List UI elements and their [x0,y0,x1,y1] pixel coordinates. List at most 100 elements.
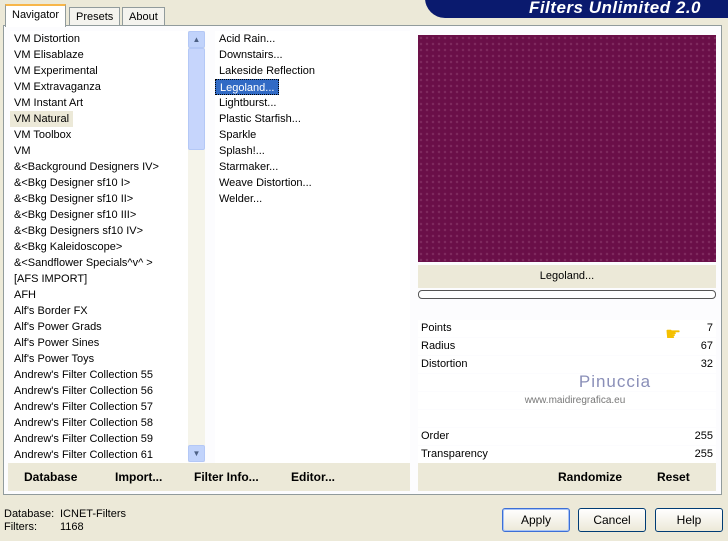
list-item[interactable]: &<Bkg Designer sf10 III> [10,207,188,223]
param-label: Order [421,430,450,442]
param-label: Points [421,322,452,334]
list-item[interactable]: Andrew's Filter Collection 57 [10,399,188,415]
list-item[interactable]: Andrew's Filter Collection 61 [10,447,188,463]
watermark-url: www.maidiregrafica.eu [524,395,626,406]
list-item-label: Lightburst... [219,97,277,109]
list-item[interactable]: VM [10,143,188,159]
list-item[interactable]: AFH [10,287,188,303]
tab-about[interactable]: About [122,7,165,26]
list-item[interactable]: Alf's Power Sines [10,335,188,351]
list-item[interactable]: Starmaker... [215,159,410,175]
param-value: 67 [700,340,713,352]
progress-bar [418,290,716,299]
list-item-label: VM [14,145,31,157]
list-item-label: Lakeside Reflection [219,65,316,77]
randomize-button[interactable]: Randomize [558,463,622,491]
param-row[interactable]: Distortion 32 [418,356,716,373]
list-item-label: AFH [14,289,36,301]
status-database-label: Database: [4,508,55,520]
list-item[interactable]: Lakeside Reflection [215,63,410,79]
list-item[interactable]: Downstairs... [215,47,410,63]
param-value: 255 [694,430,713,442]
list-item[interactable]: VM Experimental [10,63,188,79]
category-list[interactable]: VM Distortion VM Elisablaze VM Experimenta… [10,31,188,463]
list-item-label: &<Bkg Designer sf10 II> [14,193,134,205]
editor-button[interactable]: Editor... [291,463,335,491]
list-item-label: Alf's Power Sines [14,337,100,349]
filter-info-button[interactable]: Filter Info... [194,463,259,491]
import-button[interactable]: Import... [115,463,162,491]
list-item[interactable]: Legoland... [215,79,410,95]
scroll-down-icon[interactable]: ▼ [188,445,205,462]
param-row[interactable]: Transparency 255 [418,446,716,463]
param-label: Distortion [421,358,468,370]
list-item-label: Alf's Power Toys [14,353,95,365]
list-item[interactable]: Plastic Starfish... [215,111,410,127]
help-button[interactable]: Help [655,508,723,532]
tab-presets[interactable]: Presets [69,7,121,26]
list-item[interactable]: Andrew's Filter Collection 58 [10,415,188,431]
list-item-label: Alf's Power Grads [14,321,102,333]
list-item[interactable]: &<Sandflower Specials^v^ > [10,255,188,271]
status-filters-value: 1168 [60,521,84,533]
list-item-label: Andrew's Filter Collection 58 [14,417,154,429]
scroll-thumb[interactable] [188,48,205,150]
list-item[interactable]: VM Extravaganza [10,79,188,95]
list-item-label: Alf's Border FX [14,305,88,317]
list-item[interactable]: Alf's Power Grads [10,319,188,335]
param-row[interactable]: Order 255 [418,428,716,445]
list-item-label: Welder... [219,193,263,205]
list-item-label: &<Bkg Designer sf10 III> [14,209,137,221]
scroll-up-icon[interactable]: ▲ [188,31,205,48]
list-item-label: &<Sandflower Specials^v^ > [14,257,153,269]
list-item[interactable]: Alf's Power Toys [10,351,188,367]
list-item-label: &<Bkg Kaleidoscope> [14,241,123,253]
category-scrollbar[interactable]: ▲ ▼ [188,31,205,462]
list-item-label: VM Distortion [14,33,81,45]
list-item[interactable]: Lightburst... [215,95,410,111]
database-button[interactable]: Database [24,463,77,491]
list-item-label: Starmaker... [219,161,279,173]
filter-list[interactable]: Acid Rain... Downstairs... Lakeside Reflec… [215,31,410,463]
list-item-label: VM Experimental [14,65,98,77]
list-item[interactable]: [AFS IMPORT] [10,271,188,287]
list-item-label: VM Natural [10,111,74,127]
apply-button[interactable]: Apply [502,508,570,532]
list-item[interactable]: &<Bkg Designer sf10 II> [10,191,188,207]
list-item[interactable]: &<Background Designers IV> [10,159,188,175]
param-row[interactable] [418,410,716,427]
list-item[interactable]: Acid Rain... [215,31,410,47]
list-item-label: [AFS IMPORT] [14,273,88,285]
list-item-label: &<Bkg Designer sf10 I> [14,177,131,189]
list-item[interactable]: VM Natural [10,111,188,127]
pointing-hand-icon: ☛ [665,324,682,344]
list-item-label: Legoland... [215,79,280,95]
list-item[interactable]: &<Bkg Designer sf10 I> [10,175,188,191]
list-item[interactable]: Andrew's Filter Collection 56 [10,383,188,399]
list-item[interactable]: VM Elisablaze [10,47,188,63]
list-item-label: VM Instant Art [14,97,84,109]
list-item[interactable]: VM Instant Art [10,95,188,111]
list-item[interactable]: Andrew's Filter Collection 59 [10,431,188,447]
list-item[interactable]: &<Bkg Designers sf10 IV> [10,223,188,239]
list-item[interactable]: Sparkle [215,127,410,143]
list-item[interactable]: Welder... [215,191,410,207]
status-database-value: ICNET-Filters [60,508,126,520]
list-item-label: Splash!... [219,145,265,157]
list-item[interactable]: Alf's Border FX [10,303,188,319]
param-value: 32 [700,358,713,370]
list-item[interactable]: &<Bkg Kaleidoscope> [10,239,188,255]
param-label: Radius [421,340,456,352]
list-item[interactable]: Splash!... [215,143,410,159]
tab-navigator[interactable]: Navigator [5,4,67,27]
reset-button[interactable]: Reset [657,463,690,491]
list-item[interactable]: VM Toolbox [10,127,188,143]
list-item[interactable]: Weave Distortion... [215,175,410,191]
list-item-label: Andrew's Filter Collection 61 [14,449,154,461]
list-item[interactable]: VM Distortion [10,31,188,47]
list-item-label: VM Extravaganza [14,81,101,93]
list-item[interactable]: Andrew's Filter Collection 55 [10,367,188,383]
watermark-name: Pinuccia [578,372,652,391]
cancel-button[interactable]: Cancel [578,508,646,532]
list-item-label: Sparkle [219,129,257,141]
